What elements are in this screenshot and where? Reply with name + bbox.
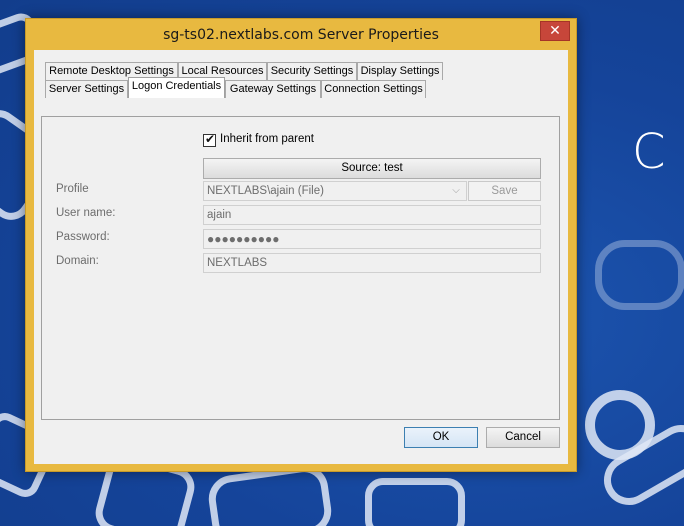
username-field[interactable]: ajain (203, 205, 541, 225)
title-bar[interactable]: sg-ts02.nextlabs.com Server Properties ✕ (26, 19, 576, 53)
password-label: Password: (56, 231, 110, 243)
password-field[interactable]: ●●●●●●●●●● (203, 229, 541, 249)
wallpaper-shape (365, 478, 465, 526)
source-button[interactable]: Source: test (203, 158, 541, 179)
wallpaper-shape (595, 240, 684, 310)
tab-gateway-settings[interactable]: Gateway Settings (225, 80, 321, 98)
cancel-button[interactable]: Cancel (486, 427, 560, 448)
tab-logon-credentials[interactable]: Logon Credentials (128, 77, 225, 98)
wallpaper-letter: C (632, 124, 666, 180)
chevron-down-icon: ⌵ (452, 185, 460, 196)
save-button[interactable]: Save (468, 181, 541, 201)
checkmark-icon: ✔ (205, 132, 216, 146)
tab-connection-settings[interactable]: Connection Settings (321, 80, 426, 98)
profile-label: Profile (56, 183, 89, 195)
server-properties-dialog: sg-ts02.nextlabs.com Server Properties ✕… (25, 18, 577, 472)
ok-button[interactable]: OK (404, 427, 478, 448)
tab-display-settings[interactable]: Display Settings (357, 62, 443, 80)
close-button[interactable]: ✕ (540, 21, 570, 41)
profile-value: NEXTLABS\ajain (File) (207, 185, 324, 197)
profile-combobox[interactable]: NEXTLABS\ajain (File) ⌵ (203, 181, 467, 201)
domain-label: Domain: (56, 255, 99, 267)
inherit-label: Inherit from parent (220, 133, 314, 145)
domain-field[interactable]: NEXTLABS (203, 253, 541, 273)
username-label: User name: (56, 207, 116, 219)
tab-server-settings[interactable]: Server Settings (45, 80, 128, 98)
logon-credentials-panel: ✔ Inherit from parent Source: test Profi… (41, 116, 560, 420)
close-icon: ✕ (549, 23, 561, 39)
dialog-client-area: Remote Desktop Settings Local Resources … (34, 50, 568, 464)
tab-security-settings[interactable]: Security Settings (267, 62, 357, 80)
inherit-checkbox[interactable]: ✔ (203, 132, 216, 147)
window-title: sg-ts02.nextlabs.com Server Properties (163, 27, 439, 43)
